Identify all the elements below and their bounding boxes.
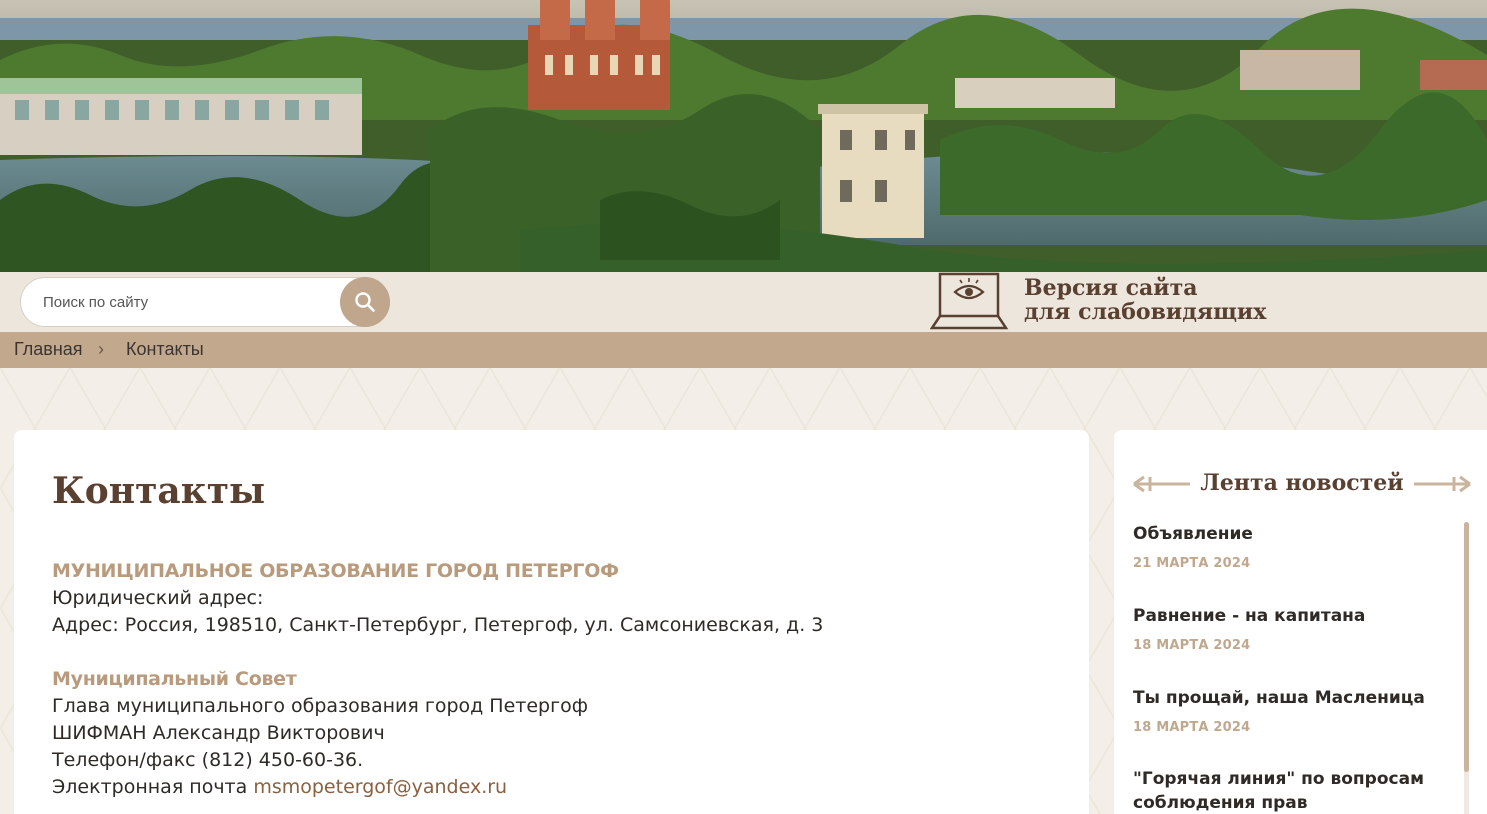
legal-address-label: Юридический адрес: (52, 587, 264, 609)
email-label: Электронная почта (52, 776, 248, 798)
email-link[interactable]: msmopetergof@yandex.ru (253, 776, 507, 798)
accessibility-line-2: для слабовидящих (1024, 299, 1267, 325)
low-vision-monitor-icon (930, 272, 1009, 330)
breadcrumb: Главная › Контакты (0, 332, 1487, 368)
news-feed-card: Лента новостей Объявление 21 МАРТА 2024 … (1114, 430, 1487, 814)
search-box (20, 277, 390, 327)
news-item-title: Ты прощай, наша Масленица (1133, 688, 1425, 708)
search-icon (355, 292, 375, 312)
accessibility-line-1: Версия сайта (1024, 275, 1198, 301)
news-item-date: 21 МАРТА 2024 (1133, 556, 1251, 571)
news-item[interactable]: Равнение - на капитана 18 МАРТА 2024 (1133, 604, 1443, 653)
news-item-title: "Горячая линия" по вопросам соблюдения п… (1133, 769, 1424, 813)
search-input[interactable] (21, 278, 341, 326)
accessibility-version-link[interactable]: Версия сайта для слабовидящих (930, 272, 1290, 332)
organization-contacts: МУНИЦИПАЛЬНОЕ ОБРАЗОВАНИЕ ГОРОД ПЕТЕРГОФ… (52, 558, 823, 639)
landscape-image (0, 0, 1487, 272)
news-item-date: 18 МАРТА 2024 (1133, 638, 1251, 653)
address-text: Адрес: Россия, 198510, Санкт-Петербург, … (52, 614, 824, 636)
news-item[interactable]: Ты прощай, наша Масленица 18 МАРТА 2024 (1133, 686, 1443, 735)
breadcrumb-home-link[interactable]: Главная (14, 339, 83, 360)
accessibility-label: Версия сайта для слабовидящих (1024, 276, 1266, 324)
decorative-arrow-right-icon (1414, 475, 1471, 493)
council-person: ШИФМАН Александр Викторович (52, 722, 385, 744)
news-title-row: Лента новостей (1132, 466, 1472, 502)
hero-banner (0, 0, 1487, 272)
news-item[interactable]: "Горячая линия" по вопросам соблюдения п… (1133, 767, 1443, 814)
news-item-date: 18 МАРТА 2024 (1133, 720, 1251, 735)
council-email-row: Электронная почта msmopetergof@yandex.ru (52, 774, 588, 801)
council-heading: Муниципальный Совет (52, 668, 297, 690)
breadcrumb-separator: › (98, 339, 104, 359)
council-position: Глава муниципального образования город П… (52, 695, 588, 717)
organization-heading: МУНИЦИПАЛЬНОЕ ОБРАЗОВАНИЕ ГОРОД ПЕТЕРГОФ (52, 560, 619, 582)
breadcrumb-current: Контакты (126, 339, 204, 359)
news-scrollbar-thumb[interactable] (1464, 522, 1469, 772)
council-phone: Телефон/факс (812) 450-60-36. (52, 749, 364, 771)
page-title: Контакты (52, 470, 266, 512)
news-item[interactable]: Объявление 21 МАРТА 2024 (1133, 522, 1443, 571)
main-content-card: Контакты МУНИЦИПАЛЬНОЕ ОБРАЗОВАНИЕ ГОРОД… (14, 430, 1089, 814)
news-item-title: Равнение - на капитана (1133, 606, 1366, 626)
council-contacts: Муниципальный Совет Глава муниципального… (52, 666, 588, 801)
news-item-title: Объявление (1133, 524, 1253, 544)
toolbar: Версия сайта для слабовидящих (0, 272, 1487, 332)
search-button[interactable] (340, 277, 390, 327)
